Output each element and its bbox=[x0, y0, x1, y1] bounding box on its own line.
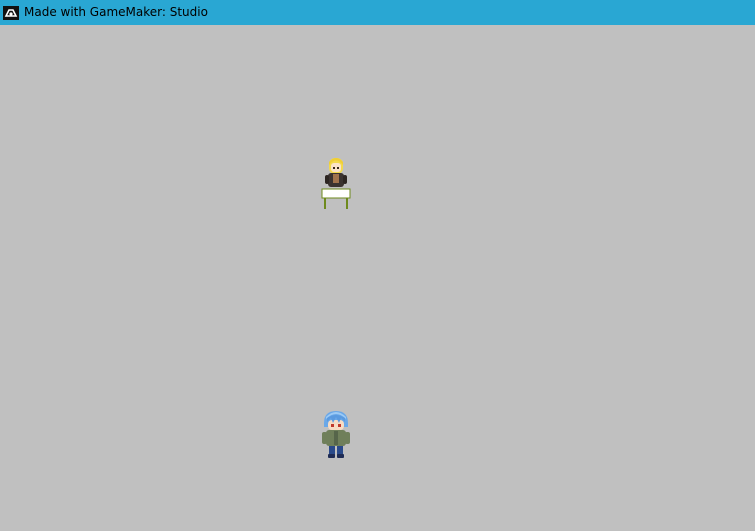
player-sprite[interactable] bbox=[318, 409, 354, 459]
gamemaker-logo-icon bbox=[3, 5, 19, 20]
npc-sprite[interactable] bbox=[320, 155, 352, 215]
game-window: Made with GameMaker: Studio bbox=[0, 0, 755, 531]
game-room[interactable] bbox=[0, 25, 755, 531]
window-title: Made with GameMaker: Studio bbox=[24, 5, 208, 19]
title-bar[interactable]: Made with GameMaker: Studio bbox=[0, 0, 755, 25]
